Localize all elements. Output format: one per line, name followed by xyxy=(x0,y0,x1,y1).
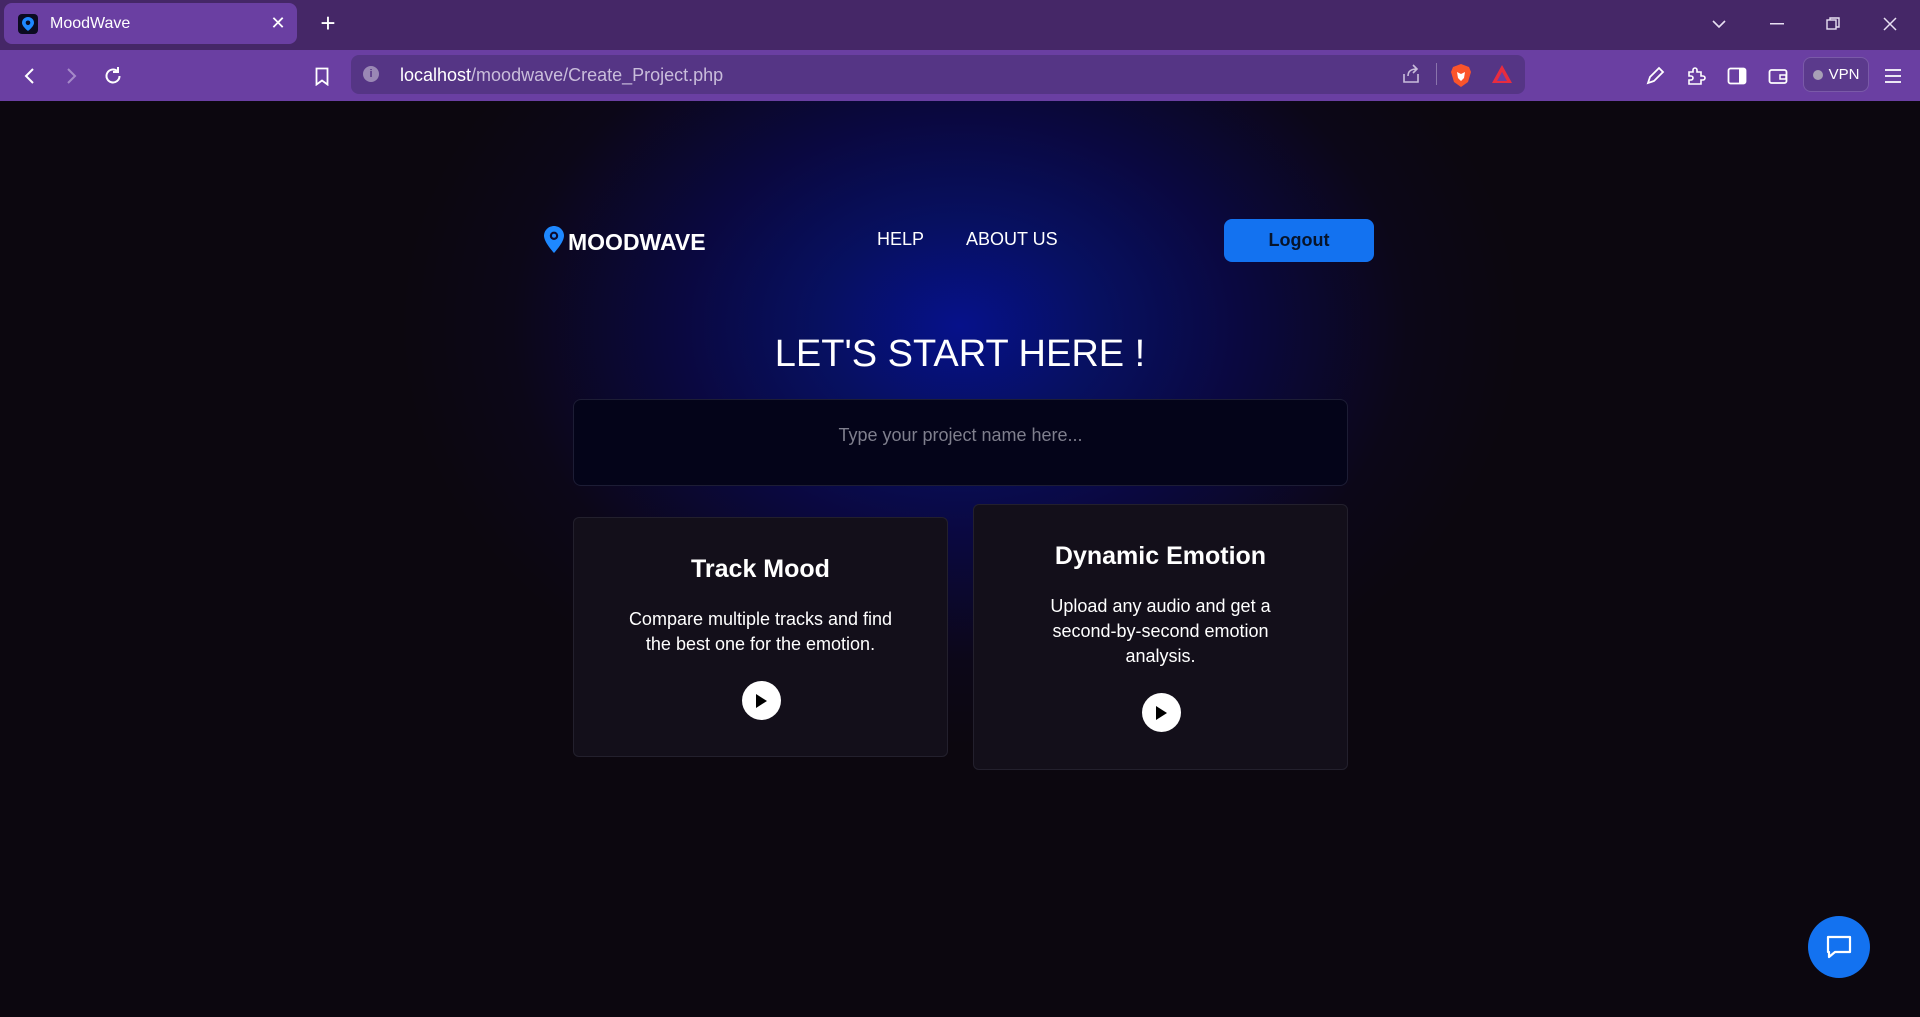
url-divider xyxy=(1436,63,1437,85)
address-bar[interactable]: i localhost/moodwave/Create_Project.php xyxy=(351,55,1525,94)
card-title: Dynamic Emotion xyxy=(1054,542,1267,570)
card-description: Compare multiple tracks and find the bes… xyxy=(628,609,893,654)
sidebar-icon[interactable] xyxy=(1723,62,1751,90)
logout-button[interactable]: Logout xyxy=(1224,219,1374,262)
menu-icon[interactable] xyxy=(1879,62,1907,90)
close-window-icon[interactable] xyxy=(1878,12,1902,36)
back-icon[interactable] xyxy=(16,62,44,90)
location-pin-icon xyxy=(544,226,564,259)
vpn-status-icon xyxy=(1812,69,1823,80)
share-icon[interactable] xyxy=(1401,64,1421,89)
reload-icon[interactable] xyxy=(99,62,127,90)
moodwave-favicon-icon xyxy=(18,13,38,34)
card-title: Track Mood xyxy=(691,555,830,583)
close-tab-icon[interactable]: ✕ xyxy=(267,12,289,34)
brave-shields-icon[interactable] xyxy=(1450,63,1472,92)
browser-toolbar: i localhost/moodwave/Create_Project.php … xyxy=(0,50,1920,101)
forward-icon[interactable] xyxy=(57,62,85,90)
chat-icon[interactable] xyxy=(1808,916,1870,978)
edit-pen-icon[interactable] xyxy=(1641,62,1669,90)
restore-icon[interactable] xyxy=(1821,12,1845,36)
logo[interactable]: MOODWAVE xyxy=(544,226,706,259)
bookmark-icon[interactable] xyxy=(308,62,336,90)
logo-text: MOODWAVE xyxy=(568,229,706,255)
card-description: Upload any audio and get a second-by-sec… xyxy=(1050,596,1271,666)
nav-help-link[interactable]: HELP xyxy=(877,229,924,250)
extensions-icon[interactable] xyxy=(1682,62,1710,90)
browser-tab[interactable]: MoodWave ✕ xyxy=(4,3,297,44)
url-text: localhost/moodwave/Create_Project.php xyxy=(400,65,724,85)
vpn-button[interactable]: VPN xyxy=(1803,57,1869,92)
brave-rewards-icon[interactable] xyxy=(1491,64,1513,89)
nav-about-us-link[interactable]: ABOUT US xyxy=(966,229,1058,250)
vpn-label: VPN xyxy=(1828,66,1860,83)
project-name-input[interactable] xyxy=(573,399,1348,486)
track-mood-card[interactable]: Track Mood Compare multiple tracks and f… xyxy=(573,517,948,757)
play-icon[interactable] xyxy=(741,681,781,720)
dynamic-emotion-card[interactable]: Dynamic Emotion Upload any audio and get… xyxy=(973,504,1348,770)
play-icon[interactable] xyxy=(1141,693,1181,732)
tab-list-chevron-icon[interactable] xyxy=(1707,12,1731,36)
page-title: LET'S START HERE ! xyxy=(774,333,1146,375)
browser-tab-strip: MoodWave ✕ + xyxy=(0,0,1920,50)
minimize-icon[interactable] xyxy=(1765,12,1789,36)
tab-title: MoodWave xyxy=(50,14,131,32)
new-tab-icon[interactable]: + xyxy=(315,10,341,37)
wallet-icon[interactable] xyxy=(1764,62,1792,90)
page-content: MOODWAVE HELP ABOUT US Logout LET'S STAR… xyxy=(0,101,1920,1017)
site-info-icon[interactable]: i xyxy=(363,66,379,82)
